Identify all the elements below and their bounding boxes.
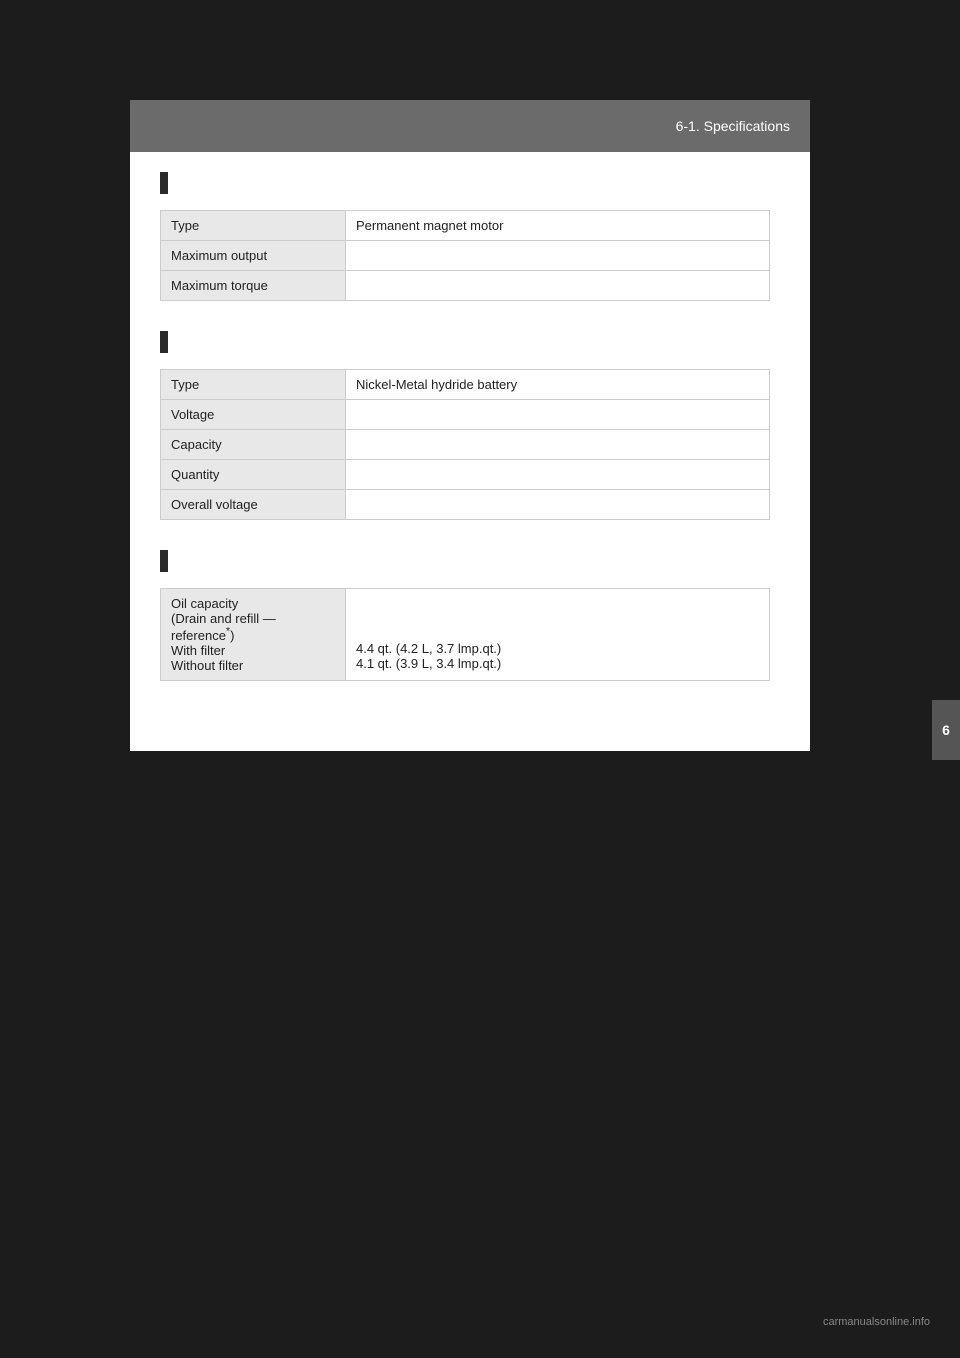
battery-table: Type Nickel-Metal hydride battery Voltag…	[160, 369, 770, 520]
motor-type-value: Permanent magnet motor	[346, 211, 770, 241]
motor-section: Type Permanent magnet motor Maximum outp…	[160, 172, 770, 301]
oil-capacity-value: 4.4 qt. (4.2 L, 3.7 lmp.qt.) 4.1 qt. (3.…	[346, 589, 770, 681]
table-row: Voltage	[161, 400, 770, 430]
battery-overall-voltage-value	[346, 490, 770, 520]
motor-max-output-label: Maximum output	[161, 241, 346, 271]
oil-table: Oil capacity (Drain and refill — referen…	[160, 588, 770, 681]
header-title: 6-1. Specifications	[676, 118, 790, 134]
motor-max-output-value	[346, 241, 770, 271]
table-row: Type Nickel-Metal hydride battery	[161, 370, 770, 400]
battery-section: Type Nickel-Metal hydride battery Voltag…	[160, 331, 770, 520]
battery-section-indicator	[160, 331, 168, 353]
side-tab-label: 6	[942, 722, 950, 738]
oil-label-line1: Oil capacity	[171, 596, 238, 611]
table-row: Oil capacity (Drain and refill — referen…	[161, 589, 770, 681]
battery-quantity-label: Quantity	[161, 460, 346, 490]
oil-label-line2: (Drain and refill —	[171, 611, 276, 626]
content-area: 6-1. Specifications Type Permanent magne…	[130, 100, 810, 751]
motor-section-title-bar	[160, 172, 770, 202]
battery-capacity-value	[346, 430, 770, 460]
table-row: Capacity	[161, 430, 770, 460]
battery-type-value: Nickel-Metal hydride battery	[346, 370, 770, 400]
table-row: Maximum torque	[161, 271, 770, 301]
battery-section-title-bar	[160, 331, 770, 361]
battery-quantity-value	[346, 460, 770, 490]
oil-without-filter-value: 4.1 qt. (3.9 L, 3.4 lmp.qt.)	[356, 656, 501, 671]
table-row: Quantity	[161, 460, 770, 490]
motor-table: Type Permanent magnet motor Maximum outp…	[160, 210, 770, 301]
battery-voltage-label: Voltage	[161, 400, 346, 430]
oil-label-line3: reference*)	[171, 628, 234, 643]
oil-section: Oil capacity (Drain and refill — referen…	[160, 550, 770, 681]
oil-with-filter-value: 4.4 qt. (4.2 L, 3.7 lmp.qt.)	[356, 641, 501, 656]
battery-voltage-value	[346, 400, 770, 430]
oil-section-title-bar	[160, 550, 770, 580]
motor-max-torque-value	[346, 271, 770, 301]
table-row: Type Permanent magnet motor	[161, 211, 770, 241]
oil-label-line5: Without filter	[171, 658, 243, 673]
motor-section-indicator	[160, 172, 168, 194]
oil-section-indicator	[160, 550, 168, 572]
main-content: Type Permanent magnet motor Maximum outp…	[130, 152, 810, 751]
watermark: carmanualsonline.info	[823, 1316, 930, 1328]
table-row: Overall voltage	[161, 490, 770, 520]
battery-overall-voltage-label: Overall voltage	[161, 490, 346, 520]
battery-type-label: Type	[161, 370, 346, 400]
header-bar: 6-1. Specifications	[130, 100, 810, 152]
oil-label-line4: With filter	[171, 643, 225, 658]
table-row: Maximum output	[161, 241, 770, 271]
battery-capacity-label: Capacity	[161, 430, 346, 460]
motor-type-label: Type	[161, 211, 346, 241]
motor-max-torque-label: Maximum torque	[161, 271, 346, 301]
side-tab: 6	[932, 700, 960, 760]
oil-capacity-label: Oil capacity (Drain and refill — referen…	[161, 589, 346, 681]
